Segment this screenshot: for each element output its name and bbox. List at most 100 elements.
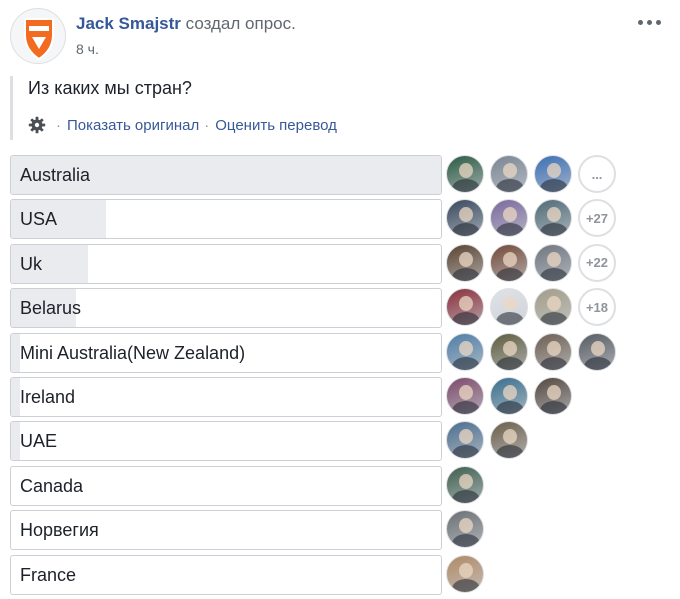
poll-option-label: Canada: [20, 475, 84, 496]
poll-option-button[interactable]: Uk: [10, 243, 442, 284]
gear-icon[interactable]: [28, 116, 46, 134]
poll-option-button[interactable]: Норвегия: [10, 510, 442, 551]
person-silhouette-head: [591, 340, 605, 356]
poll-option-row: France: [10, 554, 670, 595]
person-silhouette-body: [496, 400, 524, 414]
person-silhouette-head: [547, 251, 561, 267]
person-silhouette-body: [540, 400, 568, 414]
rate-translation-link[interactable]: Оценить перевод: [215, 117, 337, 134]
poll-option-button[interactable]: Canada: [10, 465, 442, 506]
more-voters-button[interactable]: ...: [578, 155, 616, 193]
voter-avatars: [446, 554, 490, 595]
voter-avatar[interactable]: [534, 332, 572, 371]
person-silhouette-head: [547, 296, 561, 312]
person-silhouette-body: [584, 356, 612, 370]
voter-avatar[interactable]: [534, 243, 572, 282]
post-header: Jack Smajstr создал опрос. 8 ч.: [10, 8, 670, 68]
author-name[interactable]: Jack Smajstr: [76, 14, 181, 33]
voter-avatar[interactable]: [534, 376, 572, 415]
person-silhouette-body: [540, 223, 568, 237]
poll-option-button[interactable]: Belarus: [10, 288, 442, 329]
poll-option-row: Ireland: [10, 376, 670, 417]
voter-avatars: +22: [446, 243, 622, 284]
person-silhouette-body: [452, 578, 480, 592]
voter-avatar[interactable]: [534, 199, 572, 238]
poll-option-button[interactable]: USA: [10, 199, 442, 240]
voter-avatar[interactable]: [578, 332, 616, 371]
more-options-button[interactable]: [636, 12, 664, 32]
person-silhouette-head: [459, 429, 473, 445]
voter-avatar[interactable]: [490, 421, 528, 460]
voter-avatar[interactable]: [446, 421, 484, 460]
voter-avatars: ...: [446, 155, 622, 195]
person-silhouette-body: [496, 312, 524, 326]
poll-option-button[interactable]: Ireland: [10, 376, 442, 417]
show-original-link[interactable]: Показать оригинал: [67, 117, 199, 134]
voter-avatars: +18: [446, 288, 622, 328]
person-silhouette-head: [503, 340, 517, 356]
poll-option-button[interactable]: Mini Australia(New Zealand): [10, 332, 442, 373]
person-silhouette-body: [540, 356, 568, 370]
voter-avatar[interactable]: [490, 155, 528, 193]
voter-avatar[interactable]: [534, 288, 572, 327]
voter-avatar[interactable]: [446, 465, 484, 504]
poll-option-label: France: [20, 564, 77, 585]
more-voters-button[interactable]: +22: [578, 243, 616, 282]
poll-option-button[interactable]: France: [10, 554, 442, 595]
voter-avatar[interactable]: [446, 199, 484, 238]
voter-avatar[interactable]: [534, 155, 572, 193]
translation-marker: [10, 76, 13, 140]
person-silhouette-body: [496, 267, 524, 281]
person-silhouette-head: [503, 251, 517, 267]
dot-icon: [647, 20, 652, 25]
voter-avatars: [446, 376, 578, 417]
person-silhouette-body: [452, 400, 480, 414]
page-avatar[interactable]: [10, 8, 66, 64]
person-silhouette-body: [452, 267, 480, 281]
person-silhouette-head: [459, 384, 473, 400]
voter-avatar[interactable]: [490, 243, 528, 282]
separator-dot: ·: [56, 116, 61, 134]
person-silhouette-head: [503, 429, 517, 445]
poll-option-row: Belarus +18: [10, 288, 670, 329]
voter-avatars: +27: [446, 199, 622, 239]
person-silhouette-body: [452, 179, 480, 192]
person-silhouette-body: [540, 179, 568, 192]
author-line: Jack Smajstr создал опрос.: [76, 14, 296, 34]
voter-avatars: [446, 465, 490, 506]
poll-option-row: Uk +22: [10, 243, 670, 284]
more-voters-button[interactable]: +27: [578, 199, 616, 238]
poll-option-label: Belarus: [20, 298, 82, 319]
voter-avatar[interactable]: [490, 376, 528, 415]
voter-avatar[interactable]: [446, 376, 484, 415]
author-action: создал опрос.: [185, 14, 296, 33]
person-silhouette-head: [459, 296, 473, 312]
voter-avatar[interactable]: [490, 288, 528, 327]
person-silhouette-body: [452, 356, 480, 370]
person-silhouette-head: [459, 518, 473, 534]
voter-avatar[interactable]: [446, 510, 484, 549]
person-silhouette-head: [547, 207, 561, 223]
voter-avatar[interactable]: [446, 332, 484, 371]
person-silhouette-head: [459, 340, 473, 356]
voter-avatar[interactable]: [446, 155, 484, 193]
vote-share-bar: [11, 377, 20, 416]
person-silhouette-head: [503, 163, 517, 178]
voter-avatar[interactable]: [446, 288, 484, 327]
voter-avatar[interactable]: [490, 199, 528, 238]
voter-avatar[interactable]: [446, 554, 484, 593]
person-silhouette-head: [459, 562, 473, 578]
poll-option-row: USA +27: [10, 199, 670, 240]
voter-avatar[interactable]: [446, 243, 484, 282]
poll-option-button[interactable]: Australia: [10, 155, 442, 195]
person-silhouette-head: [459, 251, 473, 267]
poll-option-button[interactable]: UAE: [10, 421, 442, 462]
person-silhouette-head: [459, 163, 473, 178]
voter-avatar[interactable]: [490, 332, 528, 371]
separator-dot: ·: [204, 116, 210, 134]
post-timestamp[interactable]: 8 ч.: [76, 41, 99, 57]
more-voters-button[interactable]: +18: [578, 288, 616, 327]
poll-option-label: UAE: [20, 431, 58, 452]
poll-option-row: Canada: [10, 465, 670, 506]
poll-option-label: Uk: [20, 253, 42, 274]
